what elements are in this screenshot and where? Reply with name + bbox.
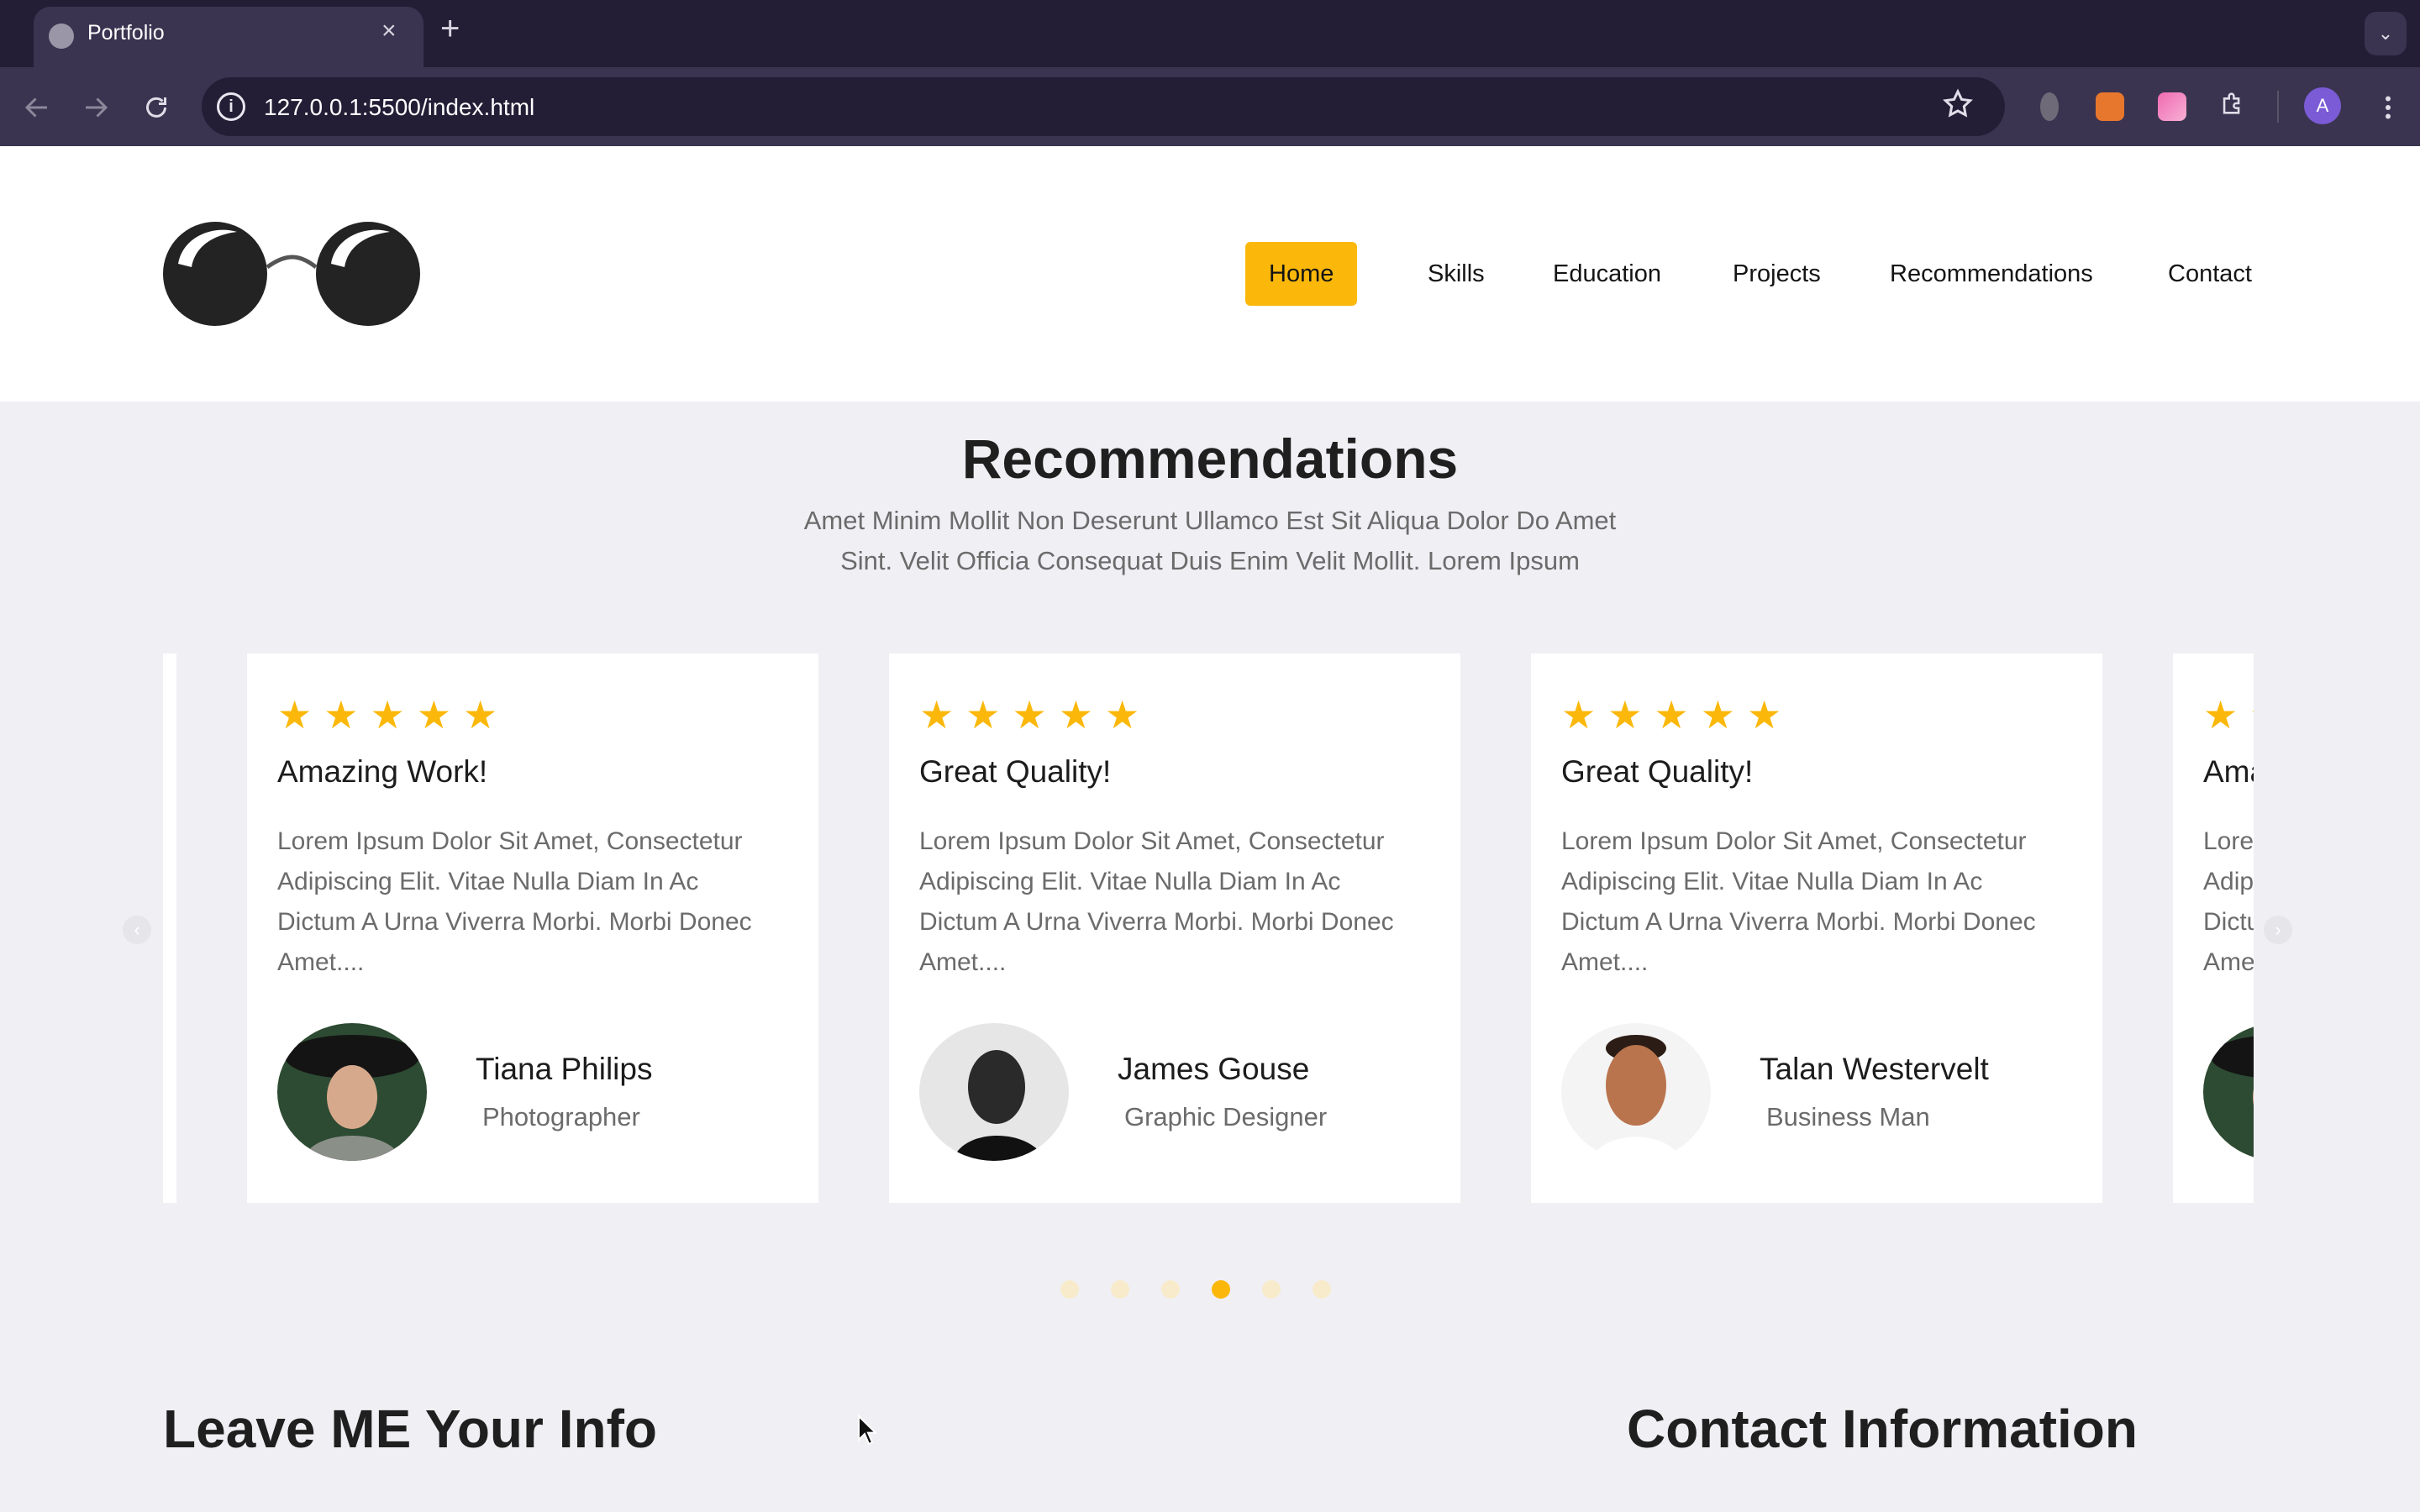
browser-toolbar: i 127.0.0.1:5500/index.html A [0, 67, 2420, 146]
reload-icon[interactable] [141, 92, 171, 123]
star-rating: ★★★★★ [277, 693, 510, 737]
reviewer-role: Business Man [1766, 1102, 1930, 1131]
talan-westervelt-avatar [1561, 1023, 1711, 1161]
mouse-pointer-icon [858, 1415, 878, 1446]
leave-info-heading: Leave ME Your Info [163, 1399, 657, 1459]
card-text: Lorem Ipsum Dolor Sit Amet, Consectetur … [919, 827, 1394, 976]
bookmark-star-icon[interactable] [1941, 87, 1975, 121]
pagination-dot[interactable] [1111, 1280, 1129, 1299]
pagination-dot[interactable] [1262, 1280, 1281, 1299]
recommendations-carousel[interactable]: ★★★★★ Amazing Work! Lorem Ipsum Dolor Si… [163, 654, 2254, 1203]
card-title: Amazing Work! [2203, 754, 2254, 789]
sunglasses-logo[interactable] [161, 217, 425, 331]
pagination-dot[interactable] [1161, 1280, 1180, 1299]
nav-contact[interactable]: Contact [2144, 242, 2275, 306]
card-text: Lorem Ipsum Dolor Sit Amet, Consectetur … [1561, 827, 2036, 976]
card-title: Great Quality! [919, 754, 1112, 789]
contact-info-heading: Contact Information [1627, 1399, 2138, 1459]
card-text: Lorem Ipsum Dolor Sit Amet, Consectetur … [2203, 827, 2254, 976]
kebab-menu-icon[interactable] [2373, 92, 2403, 123]
new-tab-button[interactable]: + [440, 12, 460, 45]
card-title: Great Quality! [1561, 754, 1754, 789]
star-rating: ★★★★★ [1561, 693, 1794, 737]
recommendation-card: ★★★★★ Great Quality! Lorem Ipsum Dolor S… [889, 654, 1460, 1203]
site-header: Home Skills Education Projects Recommend… [0, 146, 2420, 402]
extension-icon[interactable] [2040, 92, 2059, 121]
pagination-dot[interactable] [1060, 1280, 1079, 1299]
recommendations-subtitle: Amet Minim Mollit Non Deserunt Ullamco E… [756, 501, 1664, 581]
nav-recommendations[interactable]: Recommendations [1866, 242, 2117, 306]
color-extension-icon[interactable] [2158, 92, 2186, 121]
card-text: Lorem Ipsum Dolor Sit Amet, Consectetur … [277, 827, 752, 976]
nav-skills[interactable]: Skills [1404, 242, 1508, 306]
nav-home[interactable]: Home [1245, 242, 1358, 306]
reviewer-name: Tiana Philips [476, 1052, 653, 1086]
carousel-prev-arrow[interactable]: ‹ [123, 916, 151, 944]
url-text[interactable]: 127.0.0.1:5500/index.html [264, 94, 534, 121]
nav-education[interactable]: Education [1529, 242, 1685, 306]
carousel-next-arrow[interactable]: › [2264, 916, 2292, 944]
nav-projects[interactable]: Projects [1709, 242, 1844, 306]
reviewer-avatar [2203, 1023, 2254, 1161]
extensions-puzzle-icon[interactable] [2218, 89, 2247, 118]
profile-avatar[interactable]: A [2304, 87, 2341, 124]
pagination-dot-active[interactable] [1212, 1280, 1230, 1299]
browser-tab[interactable]: Portfolio × [34, 7, 424, 67]
recommendations-title: Recommendations [961, 428, 1459, 490]
toolbar-divider [2277, 91, 2279, 123]
reviewer-name: James Gouse [1118, 1052, 1310, 1086]
forward-arrow-icon[interactable] [81, 92, 111, 123]
reviewer-role: Graphic Designer [1124, 1102, 1328, 1131]
reviewer-role: Photographer [482, 1102, 640, 1131]
reviewer-name: Talan Westervelt [1760, 1052, 1989, 1086]
site-info-icon[interactable]: i [217, 92, 245, 121]
subtitle-line-1: Amet Minim Mollit Non Deserunt Ullamco E… [803, 506, 1617, 535]
james-gouse-avatar [919, 1023, 1069, 1161]
address-bar[interactable]: i 127.0.0.1:5500/index.html [202, 77, 2005, 136]
tab-search-button[interactable]: ⌄ [2365, 12, 2407, 55]
browser-tab-bar: Portfolio × + ⌄ [0, 0, 2420, 67]
star-rating: ★★★★★ [2203, 693, 2254, 737]
back-arrow-icon[interactable] [22, 92, 52, 123]
pagination-dot[interactable] [1313, 1280, 1331, 1299]
card-title: Amazing Work! [277, 754, 488, 789]
fox-extension-icon[interactable] [2096, 92, 2124, 121]
tab-title: Portfolio [87, 21, 165, 45]
recommendation-card: ★★★★★ Great Quality! Lorem Ipsum Dolor S… [1531, 654, 2102, 1203]
star-rating: ★★★★★ [919, 693, 1152, 737]
recommendation-card: ★★★★★ Amazing Work! Lorem Ipsum Dolor Si… [247, 654, 818, 1203]
subtitle-line-2: Sint. Velit Officia Consequat Duis Enim … [840, 546, 1580, 575]
globe-icon [49, 24, 74, 49]
close-tab-icon[interactable]: × [381, 18, 397, 44]
tiana-philips-avatar [277, 1023, 427, 1161]
recommendation-card: ★★★★★ Amazing Work! Lorem Ipsum Dolor Si… [2173, 654, 2254, 1203]
